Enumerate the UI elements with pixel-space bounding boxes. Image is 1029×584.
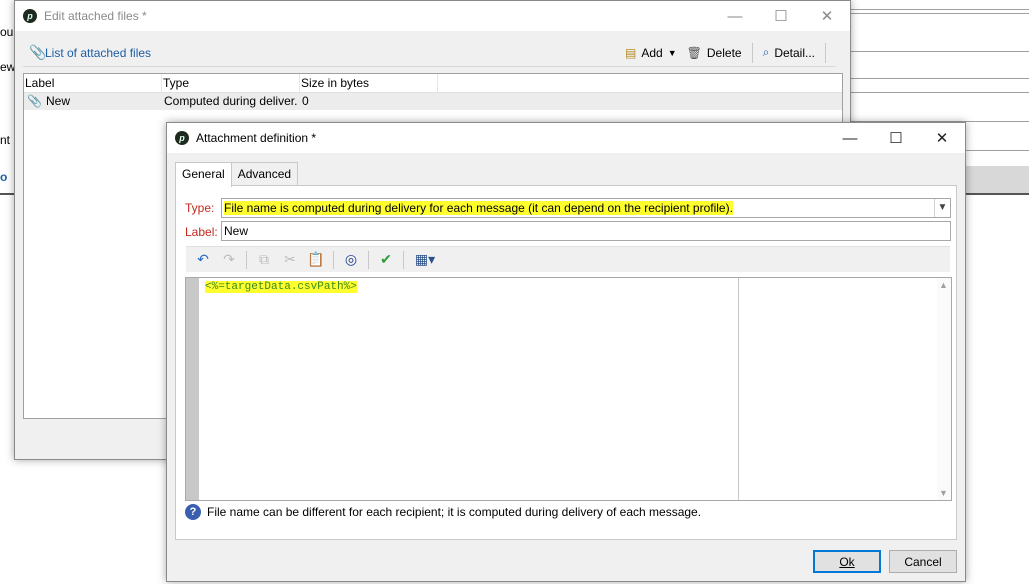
help-icon: ?: [185, 504, 201, 520]
label-label: Label:: [185, 225, 218, 239]
copy-icon[interactable]: ⧉: [255, 251, 273, 269]
background-divider: [851, 13, 1029, 14]
column-header-type[interactable]: Type: [162, 74, 300, 92]
tab-general[interactable]: General: [175, 162, 232, 187]
detail-button[interactable]: ⌕ Detail...: [763, 45, 815, 60]
delete-button[interactable]: 🗑 Delete: [687, 46, 742, 60]
app-logo-icon: p: [23, 9, 37, 23]
cut-icon[interactable]: ✂: [281, 251, 299, 269]
background-divider: [851, 92, 1029, 93]
window-title: Edit attached files *: [44, 9, 147, 23]
ok-button[interactable]: Ok: [813, 550, 881, 573]
redo-icon[interactable]: ↷: [220, 251, 238, 269]
delete-label: Delete: [706, 45, 742, 60]
cancel-button[interactable]: Cancel: [889, 550, 957, 573]
detail-label: Detail...: [774, 45, 815, 60]
binoculars-icon[interactable]: ◎: [342, 251, 360, 269]
toolbar-separator: [368, 250, 369, 269]
label-input[interactable]: New: [221, 221, 951, 241]
toolbar-separator: [751, 42, 753, 63]
chevron-down-icon[interactable]: ▼: [934, 199, 950, 217]
column-header-size[interactable]: Size in bytes: [300, 74, 438, 92]
background-divider: [966, 150, 1029, 151]
background-text: nt: [0, 133, 11, 147]
close-button[interactable]: ✕: [919, 123, 965, 153]
toolbar-separator: [825, 42, 826, 63]
maximize-button[interactable]: ☐: [758, 1, 804, 31]
add-button[interactable]: ▤ Add ▼: [625, 46, 677, 60]
add-label: Add: [641, 45, 663, 60]
background-icon: o: [0, 170, 8, 184]
cancel-label: Cancel: [904, 554, 942, 569]
table-row[interactable]: 📎 New Computed during deliver. 0: [24, 93, 842, 110]
row-label: New: [46, 94, 71, 108]
minimize-icon: —: [842, 129, 858, 147]
editor-code: <%=targetData.csvPath%>: [205, 281, 357, 293]
dialog-title: Attachment definition *: [196, 131, 317, 145]
list-title: List of attached files: [45, 45, 152, 60]
type-value: File name is computed during delivery fo…: [224, 201, 733, 215]
check-icon[interactable]: ✔: [377, 251, 395, 269]
title-bar: p Edit attached files * — ☐ ✕: [15, 1, 850, 31]
app-logo-icon: p: [175, 131, 189, 145]
scroll-down-icon[interactable]: ▼: [939, 488, 948, 498]
minimize-button[interactable]: —: [827, 123, 873, 153]
trash-icon: 🗑: [686, 45, 702, 60]
attached-files-toolbar: 📎 List of attached files ▤ Add ▼ 🗑 Delet…: [23, 39, 836, 67]
close-icon: ✕: [820, 8, 834, 25]
paperclip-icon: 📎: [29, 44, 47, 60]
dropdown-arrow-icon[interactable]: ▼: [668, 48, 677, 58]
row-size: 0: [302, 94, 309, 108]
title-bar: p Attachment definition * — ☐ ✕: [167, 123, 965, 153]
paperclip-icon: 📎: [27, 94, 42, 108]
editor-gutter: [186, 278, 199, 500]
undo-icon[interactable]: ↶: [194, 251, 212, 269]
help-line: ? File name can be different for each re…: [185, 504, 701, 520]
minimize-button[interactable]: —: [712, 1, 758, 31]
toolbar-separator: [246, 250, 247, 269]
help-text: File name can be different for each reci…: [207, 505, 702, 519]
toolbar-separator: [333, 250, 334, 269]
search-icon: ⌕: [762, 45, 770, 59]
background-divider: [851, 51, 1029, 52]
close-button[interactable]: ✕: [804, 1, 850, 31]
editor-side-pane-divider: [738, 278, 739, 500]
list-header: Label Type Size in bytes: [24, 74, 842, 93]
attachment-definition-dialog: p Attachment definition * — ☐ ✕ General …: [166, 122, 966, 582]
tab-advanced[interactable]: Advanced: [230, 162, 299, 186]
minimize-icon: —: [727, 7, 743, 25]
insert-menu-icon[interactable]: ▦▾: [412, 251, 438, 269]
background-divider: [851, 9, 1029, 10]
background-panel: [966, 166, 1029, 193]
maximize-button[interactable]: ☐: [873, 123, 919, 153]
maximize-icon: ☐: [889, 130, 903, 147]
add-icon: ▤: [625, 45, 637, 60]
tab-strip: General Advanced: [175, 162, 299, 187]
expression-editor[interactable]: <%=targetData.csvPath%> ▲ ▼: [185, 277, 952, 501]
label-value: New: [224, 224, 249, 238]
toolbar-separator: [403, 250, 404, 269]
editor-scrollbar[interactable]: ▲ ▼: [937, 278, 951, 500]
paste-icon[interactable]: 📋: [307, 251, 325, 269]
background-divider: [851, 78, 1029, 79]
type-select[interactable]: File name is computed during delivery fo…: [221, 198, 951, 218]
close-icon: ✕: [935, 130, 949, 147]
row-type: Computed during deliver.: [164, 94, 298, 108]
column-header-label[interactable]: Label: [24, 74, 162, 92]
ok-label: Ok: [839, 554, 855, 569]
scroll-up-icon[interactable]: ▲: [939, 280, 948, 290]
type-label: Type:: [185, 201, 215, 215]
editor-toolbar: ↶ ↷ ⧉ ✂ 📋 ◎ ✔ ▦▾: [186, 246, 950, 272]
maximize-icon: ☐: [774, 8, 788, 25]
